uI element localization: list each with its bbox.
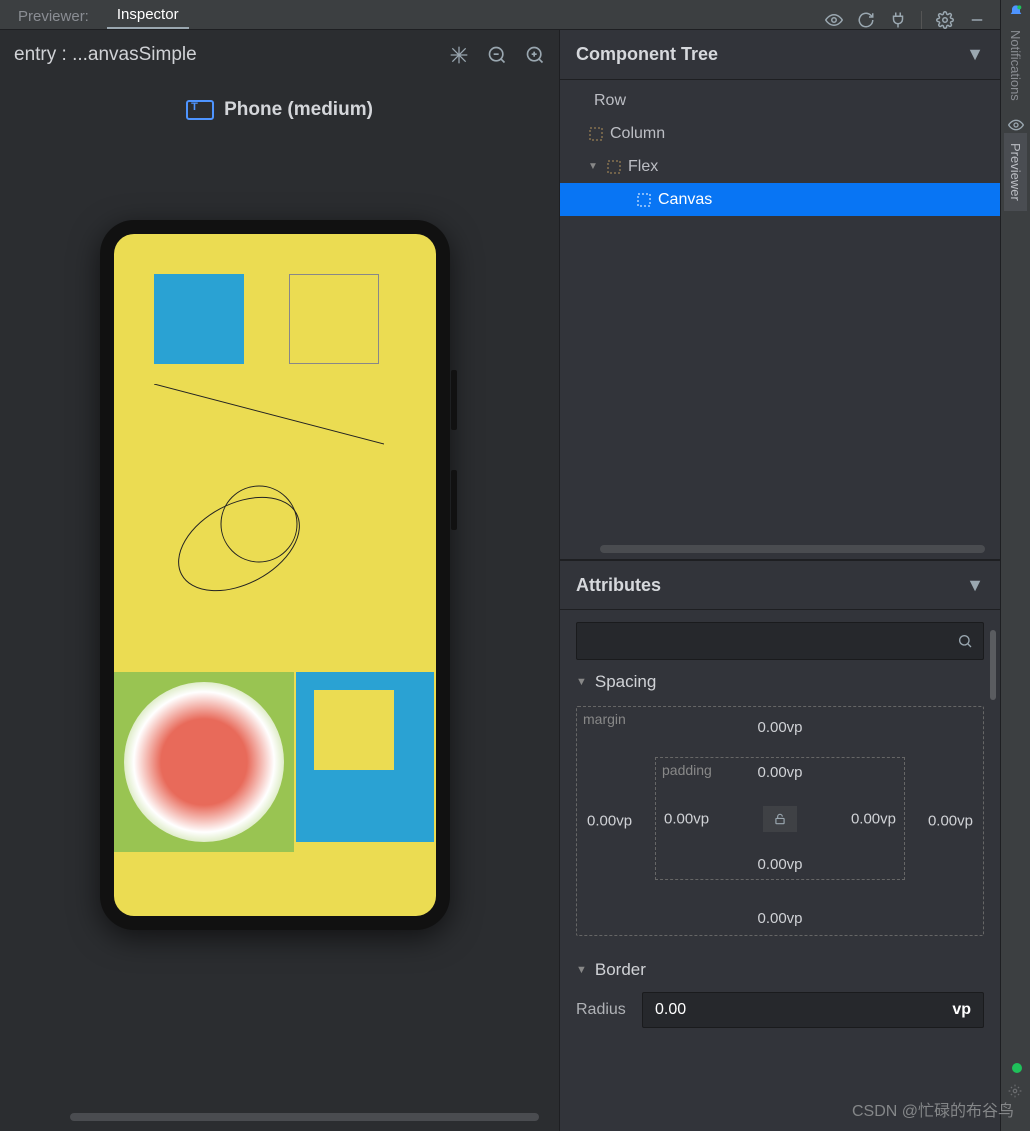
gear-icon[interactable] [936,11,954,29]
canvas-blue-square [154,274,244,364]
zoom-in-icon[interactable] [525,45,545,65]
tab-inspector[interactable]: Inspector [107,2,189,29]
canvas-blue-box [296,672,434,842]
padding-label: padding [662,762,712,778]
preview-zoom-tools [449,45,545,65]
padding-left[interactable]: 0.00vp [664,810,709,827]
minimize-icon[interactable] [968,11,986,29]
component-icon [636,192,652,208]
tree-node-label: Canvas [658,191,712,209]
padding-right[interactable]: 0.00vp [851,810,896,827]
tree-node-canvas[interactable]: Canvas [560,183,1000,216]
right-sidebar: Notifications Previewer [1000,0,1030,1131]
canvas-ellipses [169,464,329,604]
section-spacing-header[interactable]: ▼ Spacing [560,664,1000,700]
chevron-down-icon[interactable]: ▼ [966,576,984,594]
tab-previewer[interactable]: Previewer: [8,4,99,29]
component-tree-title: Component Tree [576,44,718,65]
toolbar-separator [921,11,922,29]
tree-node-label: Column [610,125,665,143]
zoom-out-icon[interactable] [487,45,507,65]
padding-bottom[interactable]: 0.00vp [757,856,802,873]
search-icon [957,633,973,649]
canvas-inner-yellow [314,690,394,770]
device-type-icon [186,100,214,120]
component-icon [588,126,604,142]
tree-node-row[interactable]: Row [560,84,1000,117]
attributes-header: Attributes ▼ [560,560,1000,610]
preview-pane: entry : ...anvasSimple Phone (medium) [0,30,560,1131]
canvas-radial-gradient [124,682,284,842]
watermark-text: CSDN @忙碌的布谷鸟 [852,1097,1014,1121]
canvas-line [154,384,384,454]
radius-label: Radius [576,1001,632,1019]
attributes-panel: ▼ Spacing margin 0.00vp 0.00vp 0.00vp 0.… [560,610,1000,1131]
expand-arrow-icon[interactable]: ▼ [588,161,600,172]
device-bar: Phone (medium) [0,80,559,140]
status-dot-icon [1012,1063,1022,1073]
device-label: Phone (medium) [224,99,373,121]
radius-input[interactable]: 0.00 vp [642,992,984,1028]
app-main: Previewer: Inspector entry : ...anvasSim… [0,0,1000,1131]
tree-node-column[interactable]: Column [560,117,1000,150]
section-border-title: Border [595,960,646,980]
bell-icon[interactable] [1008,4,1024,20]
snowflake-icon[interactable] [449,45,469,65]
chevron-down-icon[interactable]: ▼ [966,46,984,64]
inspector-pane: Component Tree ▼ Row Column ▼ [560,30,1000,1131]
preview-header: entry : ...anvasSimple [0,30,559,80]
tree-node-flex[interactable]: ▼ Flex [560,150,1000,183]
preview-hscrollbar[interactable] [70,1113,539,1121]
refresh-icon[interactable] [857,11,875,29]
canvas-outline-square [289,274,379,364]
component-tree-header: Component Tree ▼ [560,30,1000,80]
top-tool-group [825,11,992,29]
component-tree: Row Column ▼ Flex Canvas [560,80,1000,560]
eye-icon[interactable] [825,11,843,29]
canvas-viewport[interactable] [0,140,559,1131]
margin-label: margin [583,711,626,727]
side-tab-notifications[interactable]: Notifications [1004,20,1027,111]
margin-bottom[interactable]: 0.00vp [757,910,802,927]
side-tab-previewer[interactable]: Previewer [1004,133,1027,211]
section-spacing-title: Spacing [595,672,656,692]
section-border-header[interactable]: ▼ Border [560,952,1000,988]
phone-frame [100,220,450,930]
spacing-box-model: margin 0.00vp 0.00vp 0.00vp 0.00vp paddi… [576,706,984,936]
radius-unit: vp [952,1001,971,1019]
padding-top[interactable]: 0.00vp [757,764,802,781]
plug-icon[interactable] [889,11,907,29]
margin-left[interactable]: 0.00vp [587,813,632,830]
border-radius-row: Radius 0.00 vp [560,988,1000,1032]
tree-node-label: Row [594,92,626,110]
radius-value: 0.00 [655,1001,686,1019]
attrs-vscrollbar[interactable] [990,630,996,700]
attribute-search-input[interactable] [576,622,984,660]
preview-title: entry : ...anvasSimple [14,44,197,66]
margin-right[interactable]: 0.00vp [928,813,973,830]
padding-box: padding 0.00vp 0.00vp 0.00vp 0.00vp [655,757,905,880]
lock-icon[interactable] [763,806,797,832]
canvas-gradient-box [114,672,294,852]
top-tab-bar: Previewer: Inspector [0,0,1000,30]
chevron-down-icon: ▼ [576,964,587,976]
phone-screen [114,234,436,916]
tree-node-label: Flex [628,158,658,176]
content-split: entry : ...anvasSimple Phone (medium) [0,30,1000,1131]
component-icon [606,159,622,175]
eye-icon[interactable] [1008,117,1024,133]
attributes-title: Attributes [576,575,661,596]
margin-top[interactable]: 0.00vp [757,719,802,736]
tree-hscrollbar[interactable] [600,545,985,553]
chevron-down-icon: ▼ [576,676,587,688]
